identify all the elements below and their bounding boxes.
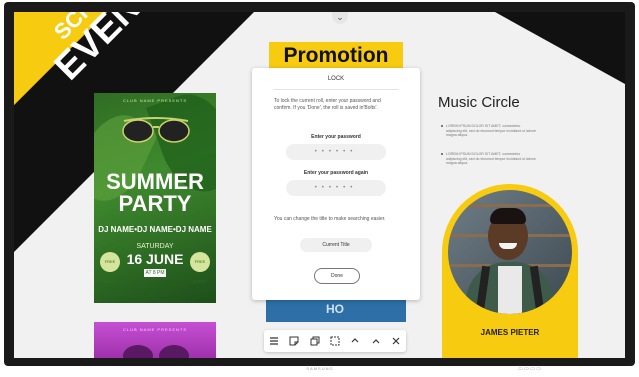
- poster-time: AT 8 PM: [144, 269, 166, 277]
- redo-icon[interactable]: [369, 334, 383, 348]
- poster-title-line1: SUMMER: [106, 169, 204, 194]
- student-photo[interactable]: [448, 190, 572, 314]
- close-icon[interactable]: [389, 334, 403, 348]
- select-icon[interactable]: [328, 334, 342, 348]
- shelf-decoration: [448, 204, 572, 207]
- dialog-title: LOCK: [327, 76, 345, 82]
- promotion-title[interactable]: Promotion: [269, 42, 403, 70]
- title-field[interactable]: Current Title: [300, 238, 372, 252]
- bottom-toolbar: [264, 330, 406, 352]
- purple-poster[interactable]: CLUB NAME PRESENTS: [94, 322, 216, 358]
- person-hair: [490, 208, 526, 224]
- poster-presents: CLUB NAME PRESENTS: [122, 98, 187, 103]
- poster-title-line2: PARTY: [118, 191, 192, 216]
- menu-icon[interactable]: [267, 334, 281, 348]
- music-circle-title[interactable]: Music Circle: [438, 94, 520, 111]
- lock-dialog: LOCK To lock the current roll, enter you…: [252, 68, 420, 300]
- dialog-description: To lock the current roll, enter your pas…: [274, 98, 381, 111]
- password-again-input[interactable]: ••••••: [286, 180, 386, 196]
- copy-icon[interactable]: [308, 334, 322, 348]
- poster-title: SUMMER PARTY: [94, 171, 216, 215]
- poster-djs: DJ NAME•DJ NAME•DJ NAME: [98, 225, 212, 234]
- person-shirt: [498, 266, 522, 314]
- undo-icon[interactable]: [348, 334, 362, 348]
- dialog-divider: [274, 89, 398, 90]
- summer-party-poster[interactable]: CLUB NAME PRESENTS SUMMER PARTY DJ NAME•…: [94, 93, 216, 303]
- poster2-presents: CLUB NAME PRESENTS: [122, 327, 187, 332]
- display-brand: SAMSUNG: [306, 366, 334, 371]
- sticky-note-icon[interactable]: [287, 334, 301, 348]
- password-label: Enter your password: [311, 134, 361, 140]
- corner-black-shape-right: [495, 12, 625, 84]
- poster-badge-right: FREE ENTRY: [190, 252, 210, 284]
- chevron-down-icon[interactable]: ⌄: [332, 12, 348, 24]
- display-bottom-icons: ▭ ▭ ▭ ▭: [518, 366, 542, 372]
- sunglasses-icon: [122, 117, 190, 143]
- password-input[interactable]: ••••••: [286, 144, 386, 160]
- music-bullet-2: LOREM IPSUM DOLOR SIT AMET, consectetur …: [441, 152, 536, 165]
- student-name: JAMES PIETER: [480, 328, 540, 337]
- poster-badge-left: FREE DRINKS: [100, 252, 120, 284]
- poster-day: SATURDAY: [136, 243, 174, 250]
- behind-dialog-content: HO: [266, 300, 406, 322]
- password-again-label: Enter your password again: [303, 170, 369, 176]
- done-button[interactable]: Done: [314, 268, 360, 284]
- music-bullet-1: LOREM IPSUM DOLOR SIT AMET, consectetur …: [441, 124, 536, 137]
- sunglasses-icon: [123, 345, 189, 358]
- whiteboard-canvas[interactable]: SCHOOL EVENT! ⌄ CLUB NAME PRESENTS SUMME…: [14, 12, 625, 358]
- behind-text: HO: [326, 302, 344, 316]
- title-hint: You can change the title to make searchi…: [274, 216, 386, 222]
